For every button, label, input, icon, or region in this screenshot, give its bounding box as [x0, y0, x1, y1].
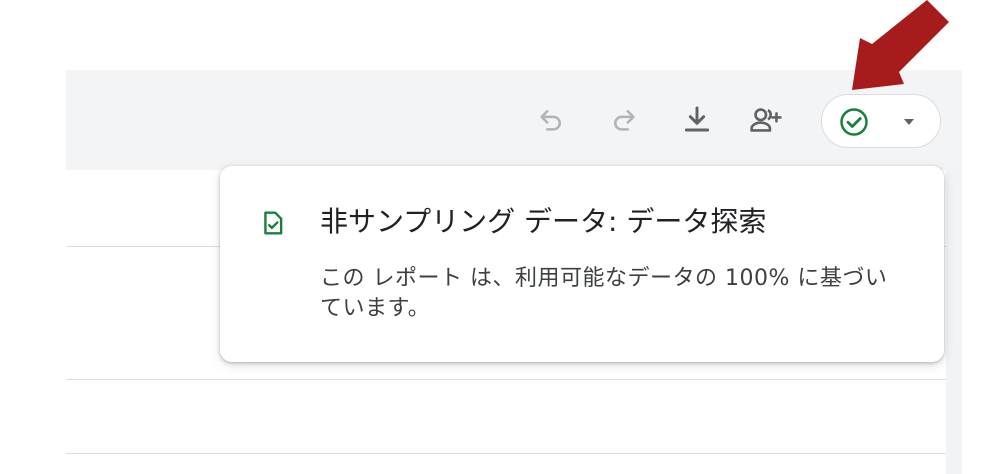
share-button[interactable]: [748, 102, 784, 138]
undo-icon: [540, 110, 561, 131]
popup-title: 非サンプリング データ: データ探索: [320, 205, 767, 238]
table-row-divider: [66, 379, 962, 380]
person-add-icon: [750, 108, 782, 132]
data-status-button[interactable]: [821, 94, 941, 148]
caret-down-icon: [904, 119, 914, 125]
undo-button[interactable]: [533, 102, 569, 138]
annotation-arrow-icon: [852, 0, 949, 90]
redo-icon: [614, 110, 635, 131]
scrollbar[interactable]: [946, 170, 962, 474]
table-row-divider: [66, 453, 962, 454]
download-icon: [684, 106, 710, 132]
popup-description: この レポート は、利用可能なデータの 100% に基づいています。: [320, 266, 888, 321]
check-circle-icon: [840, 108, 868, 136]
download-button[interactable]: [679, 102, 715, 138]
verified-document-icon: [264, 211, 283, 235]
sampling-info-popup: 非サンプリング データ: データ探索 この レポート は、利用可能なデータの 1…: [220, 166, 944, 362]
redo-button[interactable]: [606, 102, 642, 138]
